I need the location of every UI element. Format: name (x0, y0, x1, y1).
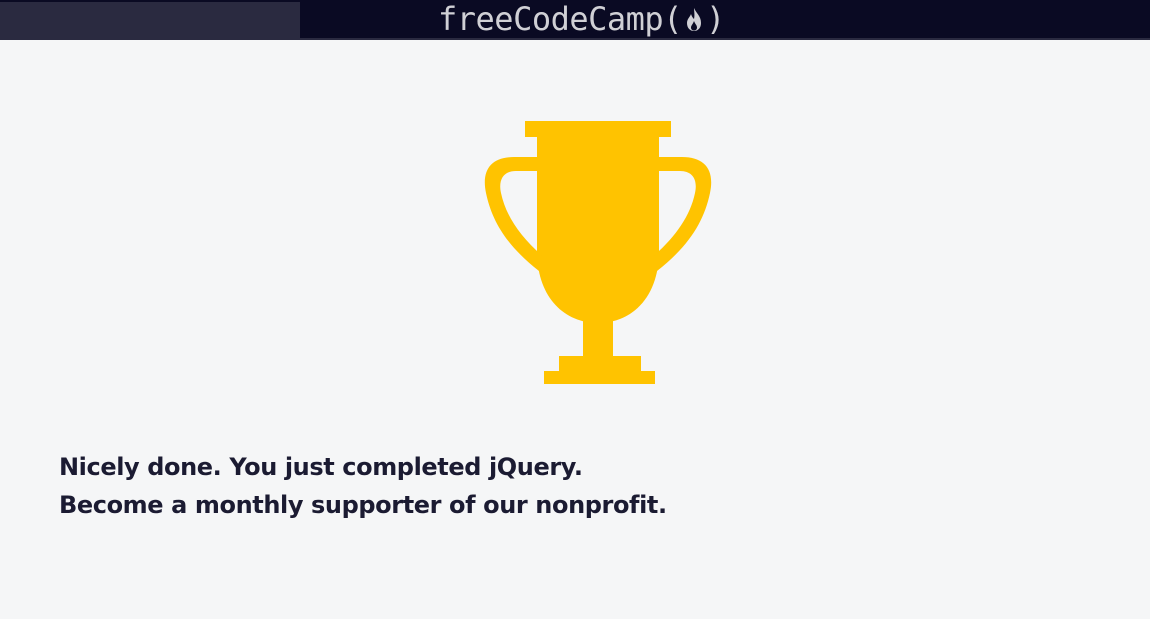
supporter-line: Become a monthly supporter of our nonpro… (59, 491, 667, 519)
search-box[interactable] (0, 2, 300, 38)
logo-open-paren: ( (663, 0, 682, 38)
logo-close-paren: ) (705, 0, 725, 38)
freecodecamp-logo[interactable]: freeCodeCamp ( ) (438, 0, 725, 38)
top-navbar: freeCodeCamp ( ) (0, 0, 1150, 40)
trophy-icon (484, 121, 712, 386)
completion-line-1: Nicely done. You just completed jQuery. (59, 453, 583, 481)
logo-text: freeCodeCamp (438, 0, 664, 38)
completion-message: Nicely done. You just completed jQuery. … (59, 448, 667, 524)
flame-icon (686, 8, 701, 31)
